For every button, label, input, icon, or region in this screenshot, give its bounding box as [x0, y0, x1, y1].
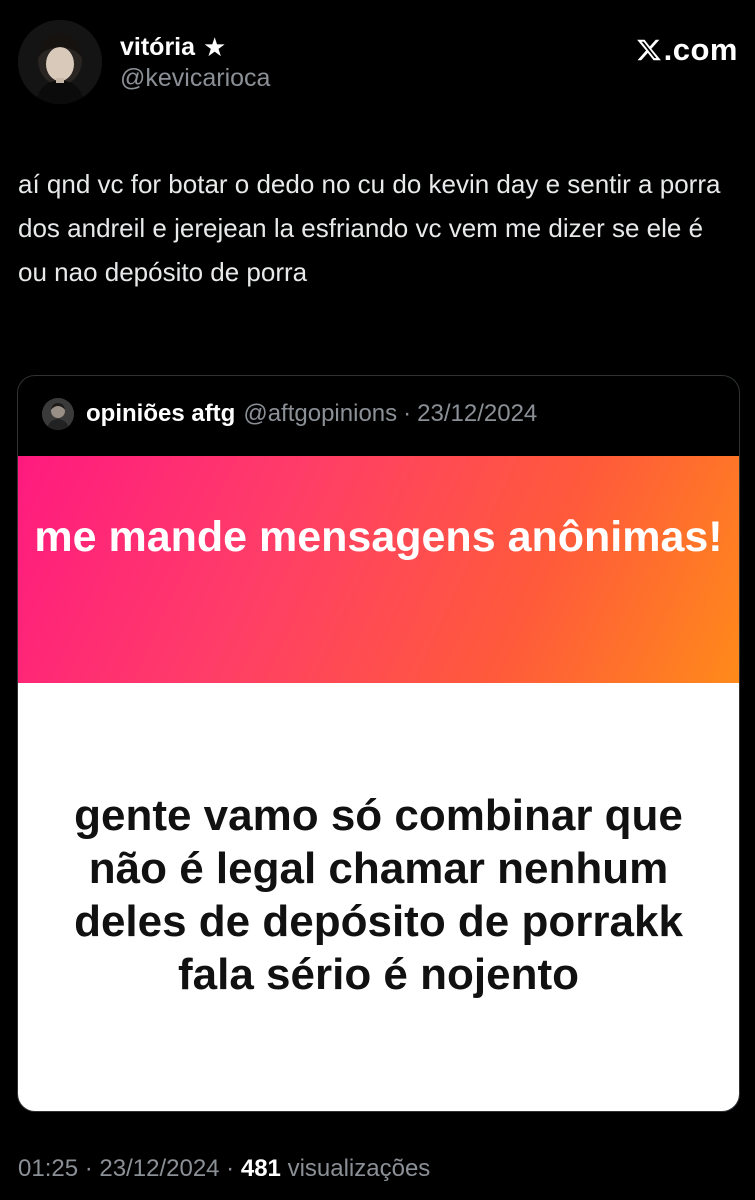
meta-separator: · — [78, 1155, 100, 1182]
site-label: .com — [663, 32, 738, 67]
author-avatar[interactable] — [18, 20, 102, 104]
quoted-media-image[interactable]: me mande mensagens anônimas! gente vamo … — [18, 456, 739, 1111]
views-count[interactable]: 481 — [241, 1155, 281, 1182]
story-prompt-banner: me mande mensagens anônimas! — [18, 456, 739, 683]
quoted-tweet-card[interactable]: opiniões aftg @aftgopinions · 23/12/2024… — [17, 375, 740, 1112]
author-display-name[interactable]: vitória — [120, 32, 195, 62]
meta-separator: · — [219, 1155, 241, 1182]
x-logo-icon — [636, 39, 661, 61]
quoted-separator: · — [403, 400, 412, 427]
quoted-display-name[interactable]: opiniões aftg — [86, 400, 235, 428]
tweet-header: vitória ★ @kevicarioca .com — [18, 20, 738, 110]
quoted-tweet-header: opiniões aftg @aftgopinions · 23/12/2024 — [42, 398, 537, 430]
tweet-time[interactable]: 01:25 — [18, 1155, 78, 1182]
x-watermark: .com — [636, 32, 738, 68]
quoted-handle[interactable]: @aftgopinions — [243, 400, 397, 428]
story-answer-text: gente vamo só combinar que não é legal c… — [74, 791, 683, 999]
quoted-author-avatar[interactable] — [42, 398, 74, 430]
views-label: visualizações — [287, 1155, 431, 1182]
author-handle[interactable]: @kevicarioca — [120, 62, 270, 94]
author-name-row[interactable]: vitória ★ — [120, 32, 270, 62]
star-icon: ★ — [203, 32, 227, 62]
tweet-text: aí qnd vc for botar o dedo no cu do kevi… — [18, 169, 721, 287]
tweet-date[interactable]: 23/12/2024 — [99, 1155, 219, 1182]
tweet-meta: 01:25 · 23/12/2024 · 481 visualizações — [18, 1155, 430, 1183]
story-answer-panel: gente vamo só combinar que não é legal c… — [18, 683, 739, 1111]
author-block: vitória ★ @kevicarioca — [120, 32, 270, 94]
quoted-date[interactable]: 23/12/2024 — [417, 400, 537, 428]
story-prompt-text: me mande mensagens anônimas! — [34, 513, 723, 561]
